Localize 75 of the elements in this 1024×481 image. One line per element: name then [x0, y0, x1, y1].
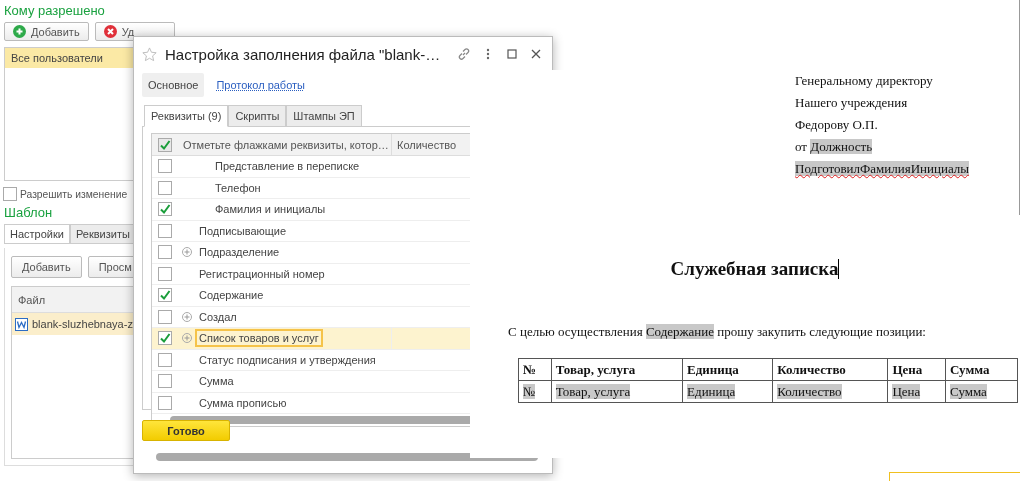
tab[interactable]: Реквизиты: [69, 224, 136, 243]
table-row[interactable]: Фамилия и инициалы: [152, 199, 471, 221]
table-header-cell: Цена: [887, 358, 946, 381]
checkbox[interactable]: [158, 266, 172, 281]
checkbox[interactable]: [158, 245, 172, 260]
checkbox[interactable]: [158, 352, 172, 367]
checkbox[interactable]: [158, 309, 172, 324]
table-cell: Единица: [682, 380, 773, 403]
tab[interactable]: Штампы ЭП: [286, 105, 362, 127]
table-row[interactable]: Сумма: [152, 371, 471, 393]
row-label: Телефон: [214, 180, 262, 196]
row-label: Представление в переписке: [214, 159, 361, 175]
table-row[interactable]: Подразделение: [152, 242, 471, 264]
address-line: Генеральному директору: [795, 72, 933, 90]
document-title: Служебная записка: [670, 258, 839, 280]
checkbox[interactable]: [158, 180, 172, 195]
section-tab[interactable]: Основное: [142, 73, 205, 97]
table-header-cell: Количество: [772, 358, 888, 381]
table-cell: Цена: [887, 380, 946, 403]
maximize-icon[interactable]: [504, 46, 520, 62]
table-cell: Сумма: [945, 380, 1018, 403]
toolbar-button[interactable]: Добавить: [11, 256, 82, 278]
paragraph: С целью осуществления Содержание прошу закупить следующие позиции:: [508, 324, 926, 340]
tab[interactable]: Скрипты: [228, 105, 287, 127]
table-header-cell: Сумма: [945, 358, 1018, 381]
star-icon[interactable]: [142, 46, 157, 62]
table-row[interactable]: Список товаров и услуг: [152, 328, 471, 350]
checkbox[interactable]: [158, 223, 172, 238]
checkbox[interactable]: [158, 159, 172, 174]
checkbox[interactable]: [158, 202, 172, 217]
column-header: Отметьте флажками реквизиты, котор…: [178, 134, 392, 155]
plus-icon: [13, 25, 26, 38]
checkbox[interactable]: [3, 187, 17, 201]
row-label: Сумма: [198, 374, 235, 390]
row-label: Подразделение: [198, 245, 281, 261]
table-cell: Товар, услуга: [551, 380, 683, 403]
row-label: Создал: [198, 309, 238, 325]
section-title: Шаблон: [4, 205, 53, 220]
expand-icon[interactable]: [182, 333, 192, 344]
row-label: Фамилия и инициалы: [214, 202, 327, 218]
add-button[interactable]: Добавить: [4, 22, 89, 41]
done-button[interactable]: Готово: [142, 420, 230, 441]
select-all-checkbox[interactable]: [158, 137, 172, 152]
checkbox[interactable]: [158, 288, 172, 303]
section-link[interactable]: Протокол работы: [210, 73, 311, 97]
table-header-cell: Единица: [682, 358, 773, 381]
address-line: Федорову О.П.: [795, 116, 878, 134]
link-icon[interactable]: [456, 46, 472, 62]
table-row[interactable]: Представление в переписке: [152, 156, 471, 178]
table-header-cell: №: [518, 358, 552, 381]
text-cursor: [838, 259, 840, 279]
tab[interactable]: Реквизиты (9): [144, 105, 229, 127]
address-line: Нашего учреждения: [795, 94, 908, 112]
checkbox[interactable]: [158, 331, 172, 346]
expand-icon[interactable]: [182, 247, 192, 258]
row-label: Сумма прописью: [198, 395, 288, 411]
scrollbar[interactable]: [170, 416, 471, 424]
table-header-cell: Товар, услуга: [551, 358, 683, 381]
expand-icon[interactable]: [182, 311, 192, 322]
delete-icon: [103, 25, 117, 38]
table-cell: №: [518, 380, 552, 403]
row-label: Статус подписания и утверждения: [198, 352, 377, 368]
table-row[interactable]: Содержание: [152, 285, 471, 307]
word-document-icon: [15, 317, 28, 331]
row-label: Подписывающие: [198, 223, 288, 239]
row-label: Содержание: [198, 288, 265, 304]
section-title: Кому разрешено: [4, 3, 105, 18]
row-label: Список товаров и услуг: [195, 329, 323, 348]
table-cell: Количество: [772, 380, 888, 403]
checkbox[interactable]: [158, 374, 172, 389]
address-line: от Должность: [795, 138, 873, 156]
checkbox-label: Разрешить изменение: [20, 188, 128, 200]
row-label: Регистрационный номер: [198, 266, 326, 282]
tab[interactable]: Настройки: [4, 224, 70, 243]
checkbox[interactable]: [158, 395, 172, 410]
